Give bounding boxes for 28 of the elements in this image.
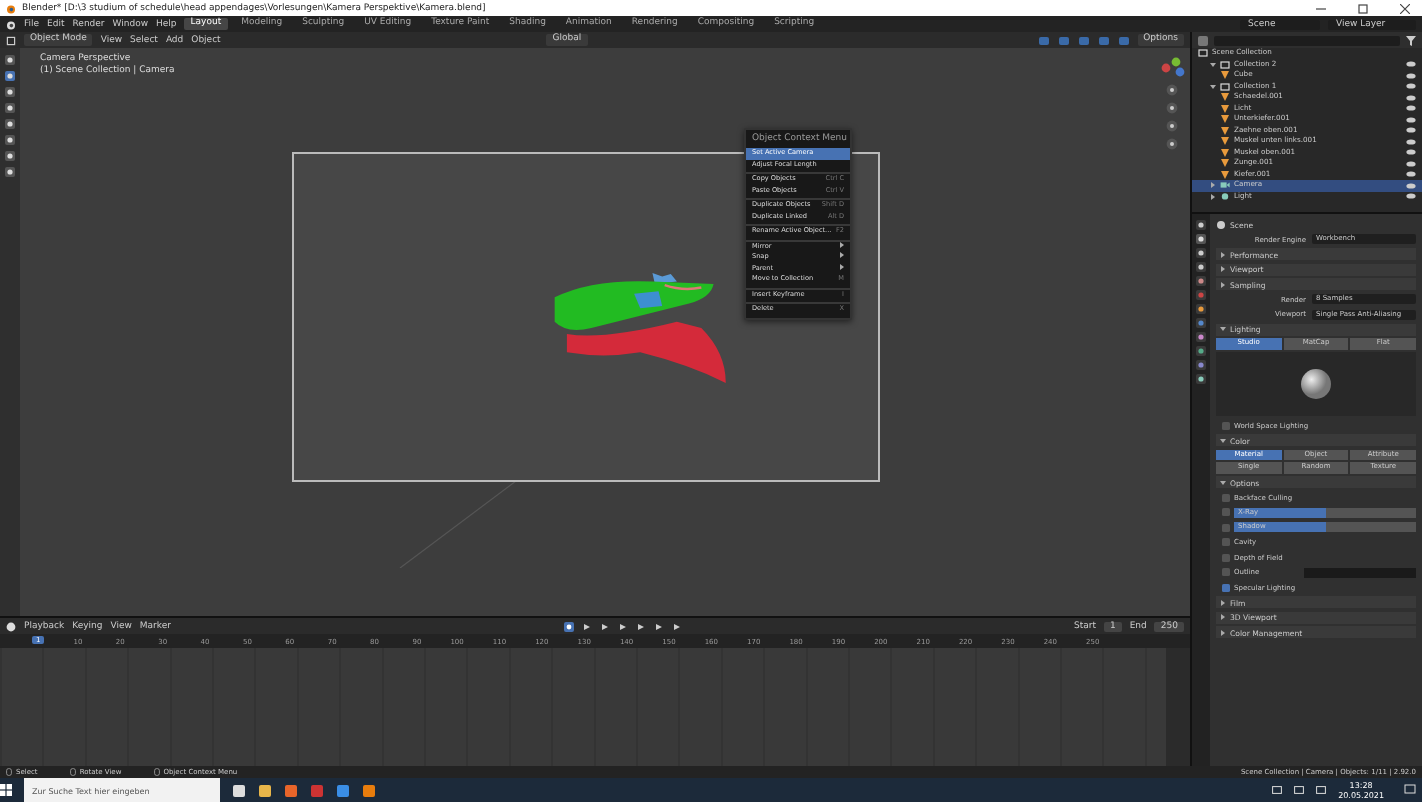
cube-icon[interactable] bbox=[6, 35, 16, 45]
maximize-icon[interactable] bbox=[1357, 3, 1367, 13]
checkbox[interactable] bbox=[1222, 421, 1230, 429]
checkbox[interactable] bbox=[1222, 553, 1230, 561]
collection-icon bbox=[1198, 48, 1208, 59]
checkbox[interactable] bbox=[1222, 523, 1230, 531]
matcap-sphere-icon bbox=[1300, 368, 1332, 400]
close-icon[interactable] bbox=[1399, 3, 1409, 13]
mouse-icon bbox=[153, 768, 160, 776]
checkbox[interactable] bbox=[1222, 538, 1230, 546]
expanded-arrow-icon[interactable] bbox=[1210, 61, 1216, 68]
checkbox[interactable] bbox=[1222, 493, 1230, 501]
checkbox[interactable] bbox=[1222, 508, 1230, 516]
collapsed-arrow-icon[interactable] bbox=[1210, 193, 1216, 200]
collapsed-arrow-icon[interactable] bbox=[1210, 182, 1216, 189]
expanded-arrow-icon[interactable] bbox=[1210, 83, 1216, 90]
record-icon[interactable] bbox=[563, 621, 574, 631]
expanded-arrow-icon bbox=[1220, 479, 1226, 485]
expanded-arrow-icon bbox=[1220, 326, 1226, 332]
mouse-icon bbox=[69, 768, 76, 776]
checkbox[interactable] bbox=[1222, 568, 1230, 576]
windows-start-icon[interactable] bbox=[0, 784, 12, 796]
expanded-arrow-icon bbox=[1220, 437, 1226, 443]
axis-gizmo-icon[interactable] bbox=[1158, 54, 1186, 78]
minimize-icon[interactable] bbox=[1315, 3, 1325, 13]
checkbox[interactable] bbox=[1222, 583, 1230, 591]
light-icon bbox=[1220, 191, 1230, 202]
mouse-icon bbox=[6, 768, 12, 776]
